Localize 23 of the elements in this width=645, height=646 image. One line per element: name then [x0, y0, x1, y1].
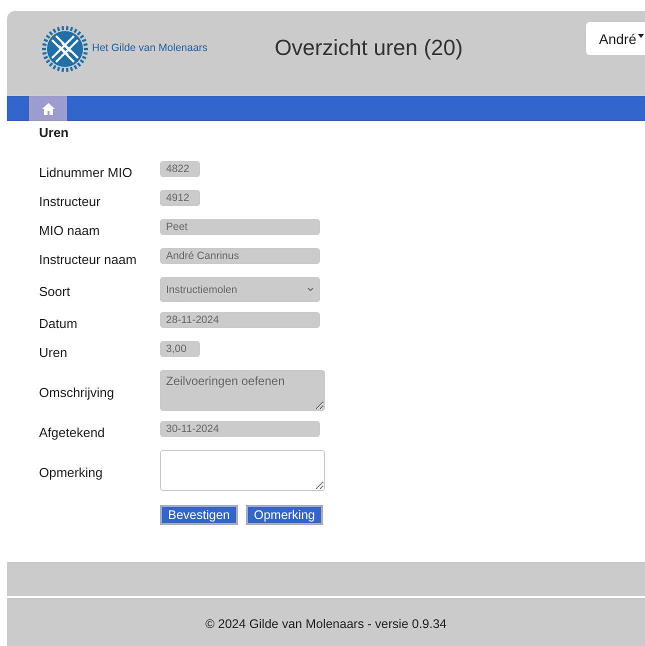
field-label: Instructeur naam [39, 252, 138, 267]
logo-text: Het Gilde van Molenaars [92, 42, 208, 54]
section-title: Uren [39, 125, 69, 140]
home-tab[interactable] [29, 96, 67, 121]
field-label: Soort [39, 284, 72, 299]
home-icon [42, 102, 54, 114]
logo-icon [42, 26, 88, 72]
field-label: MIO naam [39, 223, 101, 238]
copyright-text: © 2024 Gilde van Molenaars - versie 0.9.34 [205, 617, 447, 633]
caret-icon [638, 34, 644, 38]
action-button[interactable]: Bevestigen [160, 505, 238, 525]
field-label: Afgetekend [39, 425, 106, 440]
action-button[interactable]: Opmerking [246, 505, 323, 525]
chevron-icon [307, 287, 314, 292]
user-menu[interactable]: André [586, 22, 645, 55]
field-label: Datum [39, 316, 78, 331]
page-title: Overzicht uren (20) [274, 34, 463, 60]
field-label: Uren [39, 345, 68, 360]
field-label: Omschrijving [39, 385, 116, 400]
text-area[interactable] [160, 450, 325, 491]
field-label: Instructeur [39, 194, 102, 209]
field-label: Lidnummer MIO [39, 165, 134, 180]
field-label: Opmerking [39, 465, 104, 480]
